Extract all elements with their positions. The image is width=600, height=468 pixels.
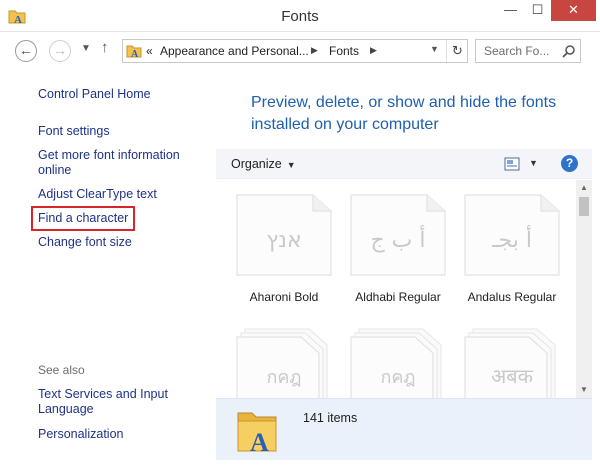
up-button[interactable]: ↑ <box>101 39 109 56</box>
address-separator[interactable]: ▶ <box>311 45 318 56</box>
font-sample-glyph: अबक <box>490 364 534 388</box>
address-segment-appearance[interactable]: Appearance and Personal... <box>160 44 309 58</box>
scroll-down-arrow[interactable]: ▼ <box>576 382 592 398</box>
search-input[interactable] <box>484 43 562 59</box>
item-count: 141 items <box>303 411 358 425</box>
back-button[interactable]: ← <box>15 40 37 62</box>
font-sample-glyph: أ ب ج <box>370 228 426 253</box>
change-font-size-link[interactable]: Change font size <box>38 235 132 250</box>
navigation-bar: ← → ▼ ↑ A « Appearance and Personal... ▶… <box>0 33 600 71</box>
address-segment-fonts[interactable]: Fonts <box>329 44 359 58</box>
address-overflow[interactable]: « <box>146 44 153 58</box>
details-pane: A 141 items <box>216 398 592 460</box>
vertical-scrollbar[interactable]: ▲ ▼ <box>576 180 592 398</box>
help-icon[interactable]: ? <box>561 155 578 172</box>
view-options-dropdown[interactable]: ▼ <box>529 158 538 168</box>
close-button[interactable]: ✕ <box>551 0 596 21</box>
organize-label: Organize <box>231 157 282 171</box>
search-box[interactable] <box>475 39 581 63</box>
see-also-label: See also <box>38 363 85 377</box>
window-bottom-edge <box>0 460 600 468</box>
left-panel: Control Panel Home Font settings Get mor… <box>0 72 215 468</box>
scrollbar-thumb[interactable] <box>579 197 589 216</box>
command-bar: Organize ▼ ▼ ? <box>216 149 592 179</box>
svg-text:A: A <box>250 428 269 455</box>
find-character-link[interactable]: Find a character <box>38 211 128 226</box>
address-dropdown-button[interactable]: ▼ <box>430 44 439 54</box>
font-settings-link[interactable]: Font settings <box>38 124 110 139</box>
recent-locations-button[interactable]: ▼ <box>81 43 91 54</box>
text-services-link[interactable]: Text Services and Input Language <box>38 387 188 417</box>
organize-button[interactable]: Organize ▼ <box>231 157 296 171</box>
page-heading: Preview, delete, or show and hide the fo… <box>251 94 557 133</box>
font-sample-glyph: أ بجـ <box>492 228 532 253</box>
svg-text:A: A <box>131 49 139 59</box>
scroll-up-arrow[interactable]: ▲ <box>576 180 592 196</box>
minimize-button[interactable]: — <box>497 0 524 21</box>
fonts-folder-icon: A <box>126 45 142 59</box>
font-sample-glyph: אנץ <box>266 228 302 253</box>
control-panel-home-link[interactable]: Control Panel Home <box>38 87 151 102</box>
change-view-icon[interactable] <box>504 156 520 172</box>
forward-button[interactable]: → <box>49 40 71 62</box>
address-bar[interactable]: A « Appearance and Personal... ▶ Fonts ▶… <box>122 39 468 63</box>
font-grid: אנץ Aharoni Bold أ ب ج Aldhabi Regular أ… <box>216 180 576 398</box>
font-sample-glyph: กคฎ <box>266 367 302 388</box>
title-bar: A Fonts — ☐ ✕ <box>0 0 600 32</box>
adjust-cleartype-link[interactable]: Adjust ClearType text <box>38 187 157 202</box>
font-name-label: Andalus Regular <box>467 290 557 304</box>
search-icon[interactable] <box>562 44 576 58</box>
chevron-down-icon: ▼ <box>286 160 296 170</box>
fonts-folder-icon: A <box>237 412 277 455</box>
address-separator[interactable]: ▶ <box>370 45 377 56</box>
more-font-info-link[interactable]: Get more font information online <box>38 148 198 178</box>
refresh-button[interactable]: ↻ <box>446 40 468 62</box>
personalization-link[interactable]: Personalization <box>38 427 123 442</box>
font-sample-glyph: กคฎ <box>380 367 416 388</box>
maximize-button[interactable]: ☐ <box>524 0 551 21</box>
